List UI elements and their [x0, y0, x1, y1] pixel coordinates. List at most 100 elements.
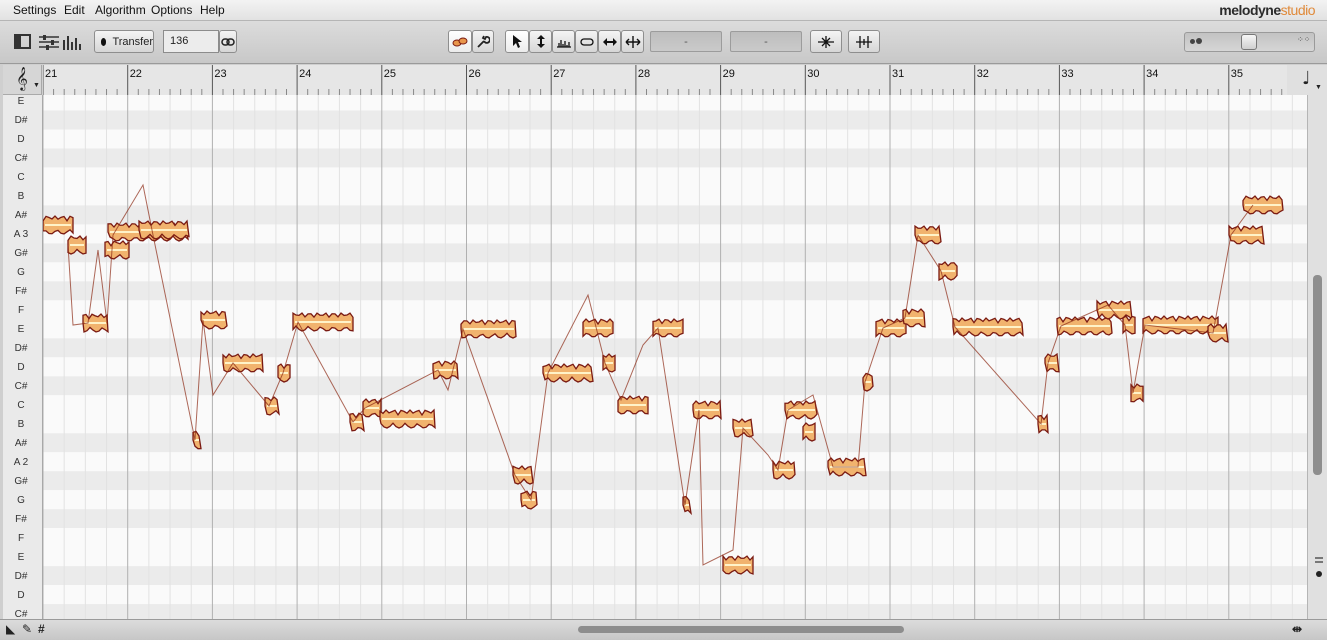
note-shape-icon	[579, 37, 594, 46]
pitch-key-label: C	[17, 399, 25, 411]
separation-icon	[625, 35, 640, 48]
edit-tool-icon[interactable]: ✎	[22, 622, 32, 636]
pitch-tool-button[interactable]	[529, 30, 552, 53]
horizontal-scrollbar[interactable]	[570, 620, 910, 639]
zoom-slider[interactable]: ⁘⁘	[1184, 32, 1315, 52]
pitch-lane	[43, 224, 1307, 244]
view-toggle-editor-icon[interactable]	[14, 34, 31, 49]
pitch-ruler[interactable]: E D# D C# C B A# A 3 G# G F# F E D# D C# C B A# A 2 G# G F# F E D…	[3, 95, 43, 620]
formant-tool-button[interactable]	[552, 30, 575, 53]
pitch-lane	[43, 186, 1307, 206]
wrench-icon	[477, 35, 490, 48]
mixer-icon[interactable]	[38, 33, 60, 51]
brand-name: melodyne	[1219, 2, 1281, 18]
ruler-ticks	[43, 65, 1283, 95]
sharp-flat-icon[interactable]: #	[38, 622, 45, 636]
pitch-key-label: A#	[14, 209, 28, 221]
horizontal-scrollbar-thumb[interactable]	[578, 626, 904, 633]
bar-number: 27	[553, 68, 566, 80]
pitch-key-label: F#	[15, 285, 27, 297]
time-stretch-tool-button[interactable]	[598, 30, 621, 53]
tempo-field[interactable]: 136	[163, 30, 219, 53]
menu-help[interactable]: Help	[200, 3, 225, 17]
toolbar: Transfer 136 - - ⁘⁘	[0, 21, 1327, 64]
pitch-key-label: F#	[15, 513, 27, 525]
vertical-zoom-icon[interactable]	[1315, 557, 1323, 597]
vertical-scrollbar[interactable]	[1307, 95, 1327, 619]
quantize-time-button[interactable]	[848, 30, 880, 53]
bar-number: 22	[129, 68, 142, 80]
pitch-lane	[43, 262, 1307, 282]
pitch-key-label: B	[17, 418, 25, 430]
menu-edit[interactable]: Edit	[64, 3, 85, 17]
note-info-field-1[interactable]: -	[650, 31, 722, 52]
main-tool-button[interactable]	[448, 30, 472, 53]
timing-tool-button[interactable]	[575, 30, 598, 53]
quantize-icon	[856, 35, 872, 48]
note-blob-tool-icon	[452, 37, 468, 46]
pitch-lane	[43, 338, 1307, 358]
zoom-in-icon: ⁘⁘	[1297, 35, 1311, 44]
note-editor-grid[interactable]	[43, 95, 1307, 619]
bar-number: 28	[637, 68, 651, 80]
pitch-lane	[43, 129, 1307, 149]
pitch-lane	[43, 205, 1307, 225]
timeline-ruler[interactable]: 21 22 23 24 25 26 27 28 29 30 31 32 33 34 35	[43, 65, 1287, 96]
bar-number: 23	[214, 68, 227, 80]
bar-number: 35	[1230, 68, 1244, 80]
pitch-key-label: F	[17, 304, 25, 316]
settings-tool-button[interactable]	[472, 30, 494, 53]
pitch-key-label: B	[17, 190, 25, 202]
vertical-scrollbar-thumb[interactable]	[1313, 275, 1322, 475]
pitch-lane	[43, 243, 1307, 263]
pitch-lane	[43, 376, 1307, 396]
transfer-label: Transfer	[112, 35, 153, 48]
menu-settings[interactable]: Settings	[13, 3, 56, 17]
note-icon: ♩	[1302, 68, 1311, 89]
playhead-tool-icon[interactable]: ◣	[6, 622, 15, 636]
menu-bar: Settings Edit Algorithm Options Help mel…	[0, 0, 1327, 21]
pitch-lane	[43, 110, 1307, 130]
split-view-icon[interactable]: ⇹	[1292, 622, 1302, 636]
pitch-key-label: C	[17, 171, 25, 183]
pitch-lane	[43, 528, 1307, 548]
dropdown-arrow-icon: ▼	[1315, 84, 1322, 91]
tempo-link-button[interactable]	[219, 30, 237, 53]
transfer-button[interactable]: Transfer	[94, 30, 154, 53]
pointer-tool-button[interactable]	[505, 30, 529, 53]
pitch-lane	[43, 167, 1307, 187]
horizontal-arrows-icon	[602, 37, 617, 46]
pitch-key-label: D#	[14, 570, 28, 582]
level-meter-icon[interactable]	[62, 34, 82, 50]
pitch-lane	[43, 414, 1307, 434]
pitch-key-label: G#	[14, 247, 28, 259]
arrow-pointer-icon	[513, 35, 522, 48]
note-value-button[interactable]: ♩ ▼	[1287, 65, 1327, 96]
key-signature-button[interactable]: 𝄞 ▼	[3, 65, 42, 95]
menu-algorithm[interactable]: Algorithm	[95, 3, 146, 17]
pitch-lane	[43, 566, 1307, 586]
note-info-field-2[interactable]: -	[730, 31, 802, 52]
link-icon	[221, 37, 235, 46]
dropdown-arrow-icon: ▼	[33, 82, 40, 89]
pitch-lane	[43, 604, 1307, 619]
pitch-lane	[43, 509, 1307, 529]
pitch-key-label: A 3	[13, 228, 29, 240]
pitch-lane	[43, 95, 1307, 111]
pitch-key-label: C#	[14, 152, 28, 164]
bar-number: 33	[1061, 68, 1074, 80]
pitch-key-label: C#	[14, 380, 28, 392]
note-separation-tool-button[interactable]	[621, 30, 644, 53]
pitch-lane	[43, 395, 1307, 415]
record-icon	[101, 37, 107, 46]
correct-pitch-button[interactable]	[810, 30, 842, 53]
pitch-key-label: G#	[14, 475, 28, 487]
zoom-slider-handle[interactable]	[1241, 34, 1257, 50]
pitch-lane	[43, 471, 1307, 491]
treble-clef-icon: 𝄞	[16, 66, 28, 90]
amplitude-icon	[556, 39, 571, 48]
pitch-lane	[43, 281, 1307, 301]
bar-number: 21	[45, 68, 58, 80]
pitch-key-label: E	[17, 96, 25, 107]
menu-options[interactable]: Options	[151, 3, 192, 17]
